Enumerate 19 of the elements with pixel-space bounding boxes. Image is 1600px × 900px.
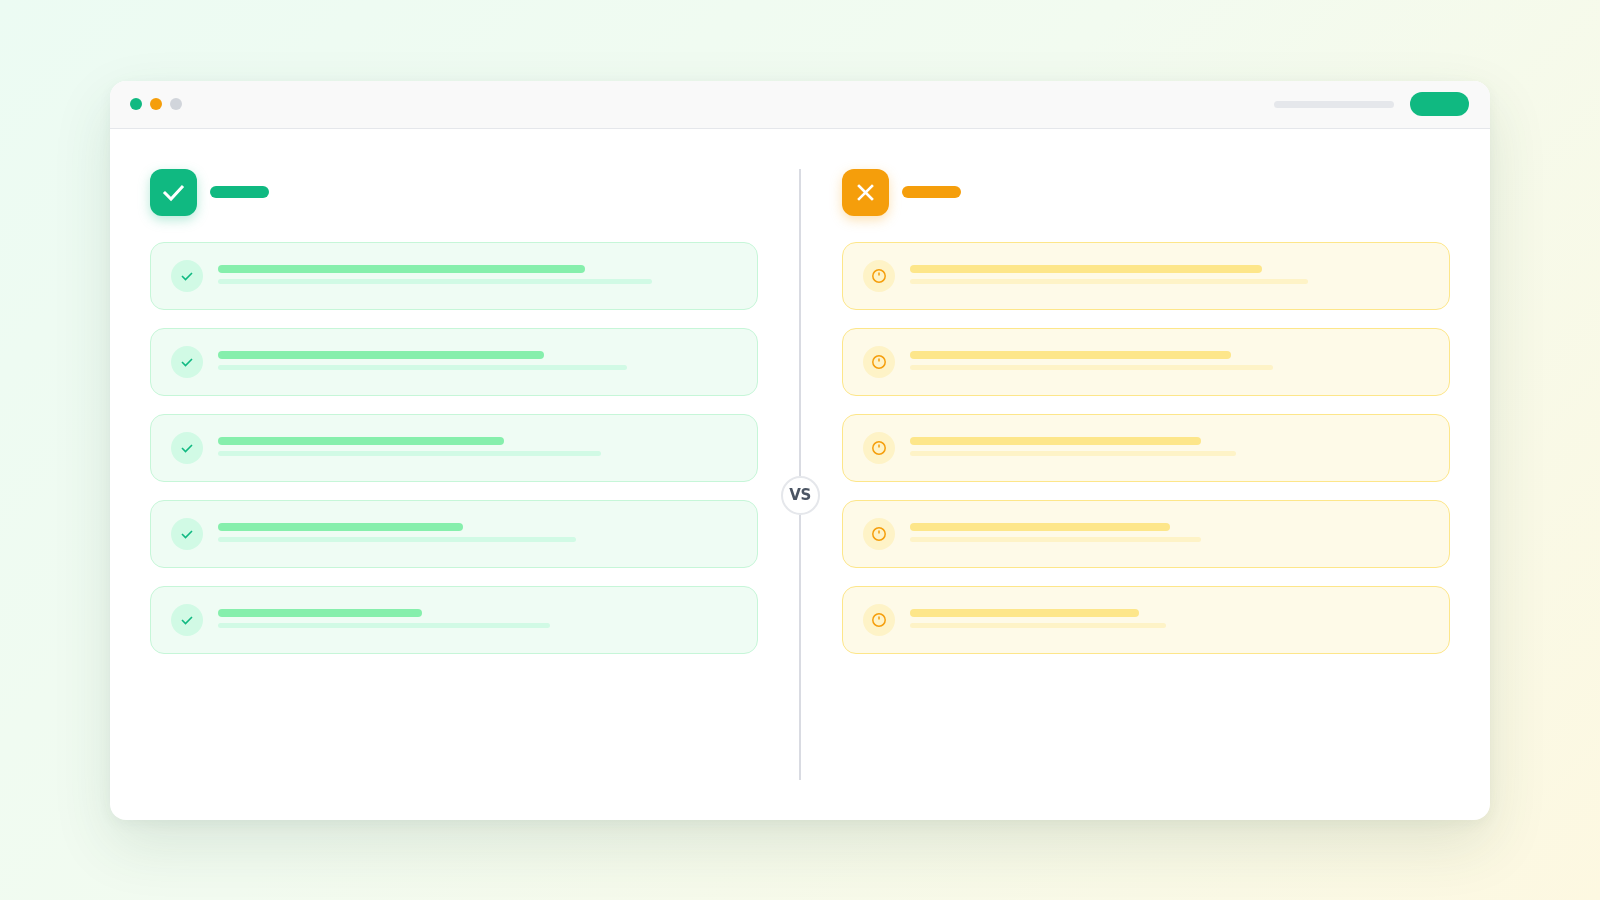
close-icon	[842, 168, 889, 216]
title-placeholder-bar	[210, 186, 269, 198]
check-icon	[150, 168, 197, 216]
alert-circle-icon	[863, 345, 895, 378]
window-dot-icon[interactable]	[170, 98, 182, 110]
check-icon	[171, 517, 203, 550]
window-dot-icon[interactable]	[130, 98, 142, 110]
alert-circle-icon	[863, 259, 895, 292]
vs-badge: VS	[780, 475, 820, 515]
check-icon	[171, 431, 203, 464]
window-dot-icon[interactable]	[150, 98, 162, 110]
check-icon	[171, 345, 203, 378]
check-icon	[171, 603, 203, 636]
title-placeholder-bar	[902, 186, 961, 198]
check-icon	[171, 259, 203, 292]
alert-circle-icon	[863, 431, 895, 464]
action-button[interactable]	[1410, 92, 1469, 116]
alert-circle-icon	[863, 517, 895, 550]
alert-circle-icon	[863, 603, 895, 636]
